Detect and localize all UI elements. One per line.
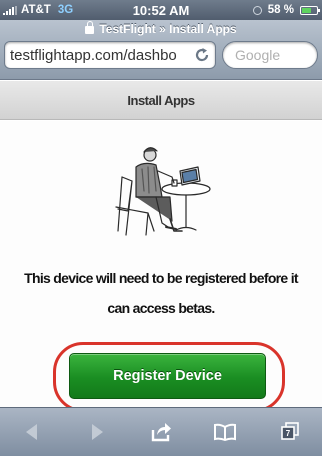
lock-icon (85, 21, 95, 34)
url-field[interactable]: testflightapp.com/dashbo (4, 41, 216, 69)
address-row: testflightapp.com/dashbo Google (0, 41, 322, 69)
bookmarks-icon[interactable] (205, 416, 245, 448)
status-left: AT&T 3G (3, 4, 73, 16)
search-field[interactable]: Google (222, 41, 318, 69)
page-title: TestFlight » Install Apps (99, 21, 237, 36)
search-placeholder: Google (235, 47, 281, 63)
reload-icon[interactable] (193, 46, 211, 64)
bottom-toolbar: 7 (0, 407, 322, 456)
page-content: This device will need to be registered b… (0, 121, 322, 412)
battery-icon (300, 5, 320, 15)
page-title-bar: TestFlight » Install Apps (0, 20, 322, 37)
carrier-name: AT&T (21, 4, 51, 16)
forward-arrow-icon[interactable] (77, 416, 117, 448)
tabs-icon[interactable]: 7 (270, 416, 310, 448)
share-icon[interactable] (141, 416, 181, 448)
status-right: 58 % (252, 4, 320, 16)
alarm-icon (252, 5, 262, 15)
page-header: Install Apps (0, 81, 322, 120)
tab-count: 7 (286, 429, 291, 438)
person-at-laptop-illustration (115, 147, 211, 236)
status-bar: AT&T 3G 10:52 AM 58 % (0, 0, 322, 20)
battery-percent: 58 % (267, 4, 294, 16)
network-type: 3G (57, 4, 74, 16)
page-heading: Install Apps (127, 92, 195, 108)
signal-bars-icon (3, 5, 17, 15)
url-text[interactable]: testflightapp.com/dashbo (10, 47, 193, 64)
back-arrow-icon[interactable] (12, 416, 52, 448)
register-device-button[interactable]: Register Device (69, 353, 266, 399)
registration-message: This device will need to be registered b… (24, 270, 298, 316)
browser-chrome: TestFlight » Install Apps testflightapp.… (0, 20, 322, 80)
